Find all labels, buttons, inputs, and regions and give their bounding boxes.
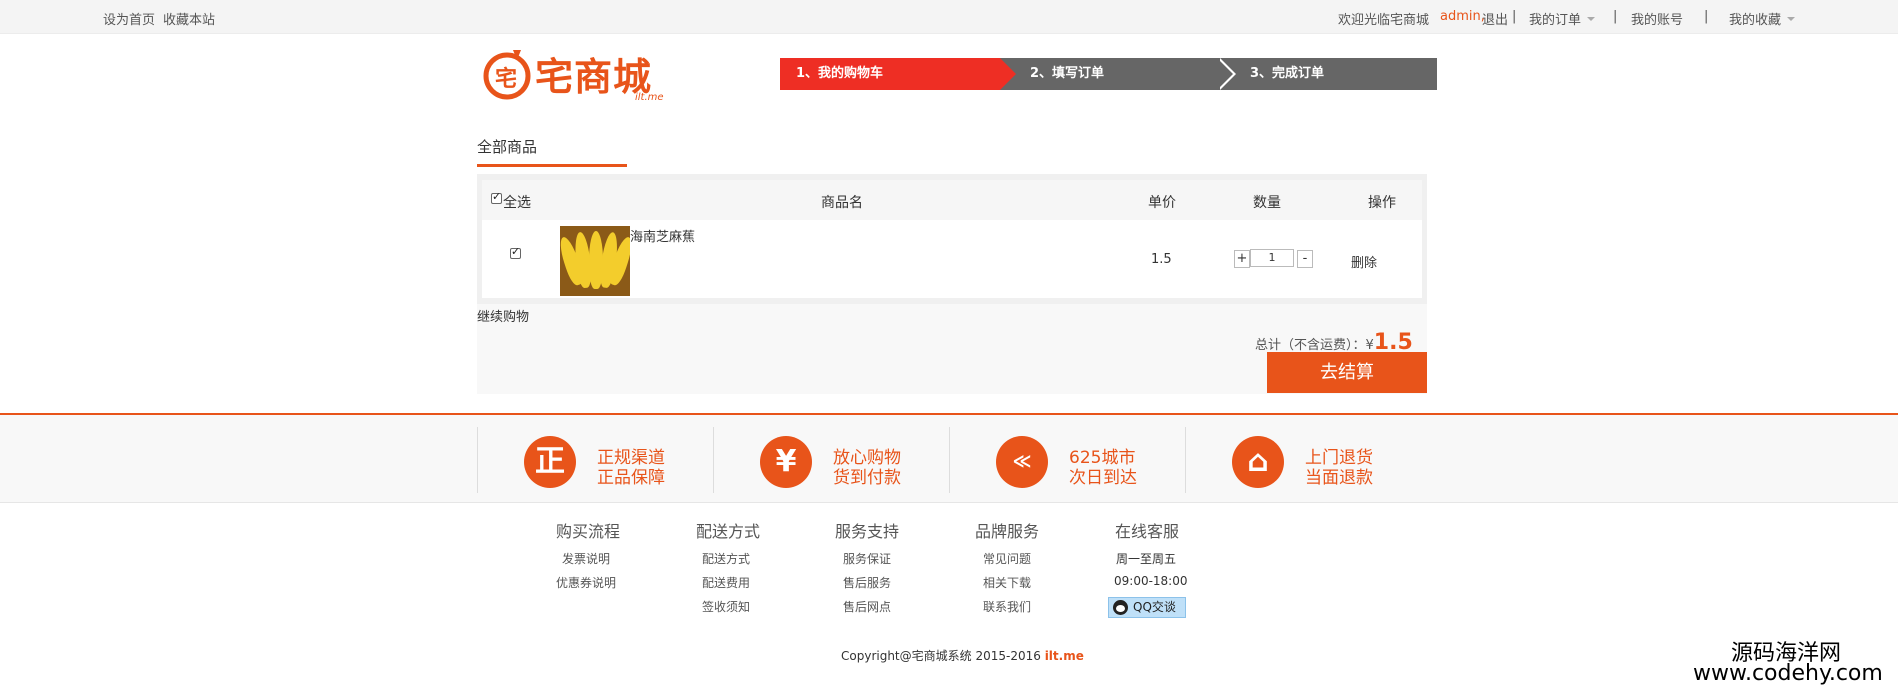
qty-increase-button[interactable]: + (1234, 250, 1250, 268)
divider: | (1512, 9, 1517, 24)
footer-col-title: 配送方式 (696, 522, 761, 541)
delivery-truck-icon: ≪ (996, 436, 1048, 488)
username: admin, (1440, 9, 1485, 24)
checkout-steps: 1、我的购物车 2、填写订单 3、完成订单 (780, 58, 1437, 90)
return-basket-icon: ⌂ (1232, 436, 1284, 488)
footer-link[interactable]: 联系我们 (983, 598, 1031, 615)
my-account-link[interactable]: 我的账号 (1631, 9, 1683, 28)
bookmark-site-link[interactable]: 收藏本站 (163, 9, 215, 28)
footer-col-title: 品牌服务 (975, 522, 1040, 541)
footer-link[interactable]: 常见问题 (983, 550, 1031, 567)
yen-icon: ¥ (760, 436, 812, 488)
checkout-button[interactable]: 去结算 (1267, 352, 1427, 393)
copyright-text: Copyright@宅商城系统 2015-2016 (841, 649, 1045, 663)
qq-chat-label: QQ交谈 (1133, 600, 1176, 614)
copyright: Copyright@宅商城系统 2015-2016 ilt.me (841, 647, 1084, 664)
feature-subtitle: 当面退款 (1305, 468, 1373, 488)
header-product-name: 商品名 (821, 195, 863, 211)
footer-col-title: 在线客服 (1115, 522, 1180, 541)
cart-table: 全选 商品名 单价 数量 操作 海南芝麻蕉 1.5 + 1 - 删除 (477, 174, 1427, 304)
qq-icon (1113, 600, 1128, 615)
site-logo[interactable]: 宅 宅商城 ilt.me (483, 44, 673, 106)
footer-link[interactable]: 配送方式 (702, 550, 750, 567)
footer-col-title: 购买流程 (556, 522, 621, 541)
my-favorites-label: 我的收藏 (1729, 13, 1782, 28)
feature-subtitle: 货到付款 (833, 468, 901, 488)
qq-chat-button[interactable]: QQ交谈 (1108, 597, 1186, 618)
cart-header: 全选 商品名 单价 数量 操作 (482, 180, 1422, 220)
footer-link[interactable]: 签收须知 (702, 598, 750, 615)
table-row: 海南芝麻蕉 1.5 + 1 - 删除 (482, 220, 1422, 298)
footer-link[interactable]: 相关下载 (983, 574, 1031, 591)
step-complete-order: 3、完成订单 (1250, 66, 1325, 81)
logo-subtitle: ilt.me (635, 92, 664, 103)
continue-shopping-link[interactable]: 继续购物 (477, 306, 529, 325)
item-checkbox[interactable] (510, 245, 521, 259)
genuine-icon: 正 (524, 436, 576, 488)
footer-link[interactable]: 发票说明 (562, 550, 610, 567)
header-action: 操作 (1368, 195, 1396, 211)
total-label: 总计（不含运费）：¥ (1255, 338, 1374, 353)
unit-price: 1.5 (1151, 252, 1172, 267)
support-hours-time: 09:00-18:00 (1114, 574, 1188, 588)
tab-all-products[interactable]: 全部商品 (477, 136, 537, 157)
header-unit-price: 单价 (1148, 195, 1176, 211)
feature-delivery: ≪ 625城市 次日到达 (949, 427, 1185, 493)
copyright-brand-link[interactable]: ilt.me (1045, 649, 1084, 663)
my-favorites-menu[interactable]: 我的收藏 (1729, 9, 1796, 28)
product-name-link[interactable]: 海南芝麻蕉 (630, 226, 695, 245)
footer-link[interactable]: 服务保证 (843, 550, 891, 567)
feature-cod: ¥ 放心购物 货到付款 (713, 427, 949, 493)
header-quantity: 数量 (1253, 195, 1281, 211)
divider: | (1613, 9, 1618, 24)
logout-link[interactable]: 退出 (1482, 9, 1508, 28)
quantity-input[interactable]: 1 (1250, 249, 1294, 267)
feature-genuine: 正 正规渠道 正品保障 (477, 427, 713, 493)
footer-col-title: 服务支持 (835, 522, 900, 541)
set-homepage-link[interactable]: 设为首页 (103, 9, 155, 28)
support-hours-days: 周一至周五 (1116, 552, 1177, 566)
welcome-text: 欢迎光临宅商城 (1338, 13, 1430, 28)
my-orders-label: 我的订单 (1529, 13, 1582, 28)
feature-subtitle: 次日到达 (1069, 468, 1137, 488)
chevron-down-icon (1587, 16, 1596, 21)
watermark-url: www.codehy.com (1693, 661, 1883, 686)
chevron-down-icon (1787, 16, 1796, 21)
tab-underline (477, 164, 627, 167)
step-fill-order: 2、填写订单 (1030, 66, 1105, 81)
top-bar: 设为首页 收藏本站 欢迎光临宅商城 admin, 退出 | 我的订单 | 我的账… (0, 0, 1898, 34)
divider: | (1704, 9, 1709, 24)
my-orders-menu[interactable]: 我的订单 (1529, 9, 1596, 28)
qty-decrease-button[interactable]: - (1297, 250, 1313, 268)
step-cart: 1、我的购物车 (780, 58, 1016, 90)
footer-link[interactable]: 配送费用 (702, 574, 750, 591)
footer-link[interactable]: 售后服务 (843, 574, 891, 591)
feature-return: ⌂ 上门退货 当面退款 (1185, 427, 1421, 493)
footer-link[interactable]: 优惠券说明 (556, 574, 616, 591)
feature-subtitle: 正品保障 (597, 468, 665, 488)
select-all-checkbox[interactable] (491, 190, 502, 204)
delete-link[interactable]: 删除 (1351, 252, 1377, 271)
product-image[interactable] (560, 226, 630, 296)
features-bar: 正 正规渠道 正品保障 ¥ 放心购物 货到付款 ≪ 625城市 次日到达 ⌂ 上… (0, 415, 1898, 503)
footer-link[interactable]: 售后网点 (843, 598, 891, 615)
select-all-label: 全选 (503, 195, 531, 211)
logo-mark-char: 宅 (495, 67, 518, 92)
